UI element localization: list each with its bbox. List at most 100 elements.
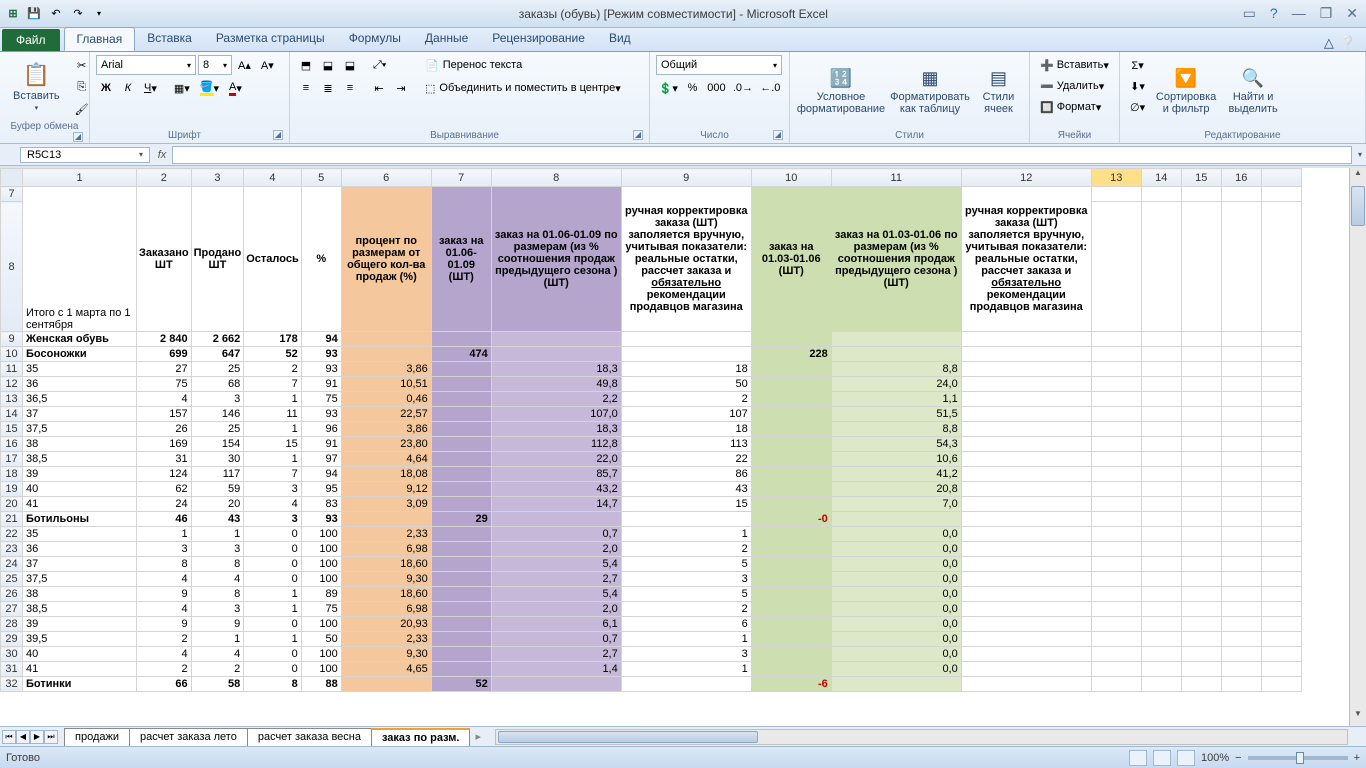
redo-icon[interactable]: ↷ [68, 5, 88, 23]
sheet-first-icon[interactable]: ⏮ [2, 730, 16, 744]
col-header[interactable]: 2 [137, 169, 192, 187]
orientation-icon[interactable]: ⤢▾ [369, 55, 390, 75]
tab-Рецензирование[interactable]: Рецензирование [480, 27, 597, 51]
indent-increase-icon[interactable]: ⇥ [391, 78, 411, 98]
qat-dropdown-icon[interactable]: ▾ [90, 5, 108, 23]
view-layout-icon[interactable] [1153, 750, 1171, 766]
sheet-tab-3[interactable]: заказ по разм. [371, 728, 471, 746]
font-name-combo[interactable]: Arial▾ [96, 55, 196, 75]
tab-Формулы[interactable]: Формулы [337, 27, 413, 51]
tab-Разметка страницы[interactable]: Разметка страницы [204, 27, 337, 51]
col-header[interactable]: 12 [961, 169, 1091, 187]
tab-scroll-icon[interactable]: ▸ [469, 730, 487, 743]
scroll-down-icon[interactable]: ▼ [1350, 709, 1366, 726]
clear-icon[interactable]: ∅▾ [1126, 97, 1149, 117]
italic-button[interactable]: К [118, 78, 138, 98]
col-header[interactable]: 14 [1141, 169, 1181, 187]
row-header[interactable]: 21 [1, 512, 23, 527]
col-header[interactable]: 9 [621, 169, 751, 187]
row-header[interactable]: 16 [1, 437, 23, 452]
scroll-up-icon[interactable]: ▲ [1350, 168, 1366, 185]
conditional-format-button[interactable]: 🔢Условное форматирование [796, 55, 886, 128]
col-header[interactable]: 8 [491, 169, 621, 187]
sort-filter-button[interactable]: 🔽Сортировка и фильтр [1153, 55, 1219, 128]
font-dialog-icon[interactable]: ◢ [273, 130, 283, 140]
col-header[interactable]: 11 [831, 169, 961, 187]
col-header[interactable]: 10 [751, 169, 831, 187]
number-format-combo[interactable]: Общий▾ [656, 55, 782, 75]
autosum-icon[interactable]: Σ▾ [1126, 55, 1149, 75]
expand-fx-icon[interactable]: ▾ [1354, 150, 1366, 159]
border-icon[interactable]: ▦▾ [170, 78, 194, 98]
help-icon[interactable]: ? [1266, 5, 1282, 22]
col-header[interactable]: 5 [301, 169, 341, 187]
col-header[interactable]: 16 [1221, 169, 1261, 187]
wrap-text-button[interactable]: 📄 Перенос текста [421, 55, 631, 75]
row-header[interactable]: 17 [1, 452, 23, 467]
undo-icon[interactable]: ↶ [46, 5, 66, 23]
row-header[interactable]: 11 [1, 362, 23, 377]
sheet-prev-icon[interactable]: ◀ [16, 730, 30, 744]
clipboard-dialog-icon[interactable]: ◢ [73, 132, 83, 142]
find-select-button[interactable]: 🔍Найти и выделить [1223, 55, 1283, 128]
cell-styles-button[interactable]: ▤Стили ячеек [974, 55, 1023, 128]
shrink-font-icon[interactable]: A▾ [257, 55, 278, 75]
row-header[interactable]: 12 [1, 377, 23, 392]
save-icon[interactable]: 💾 [24, 5, 44, 23]
col-header[interactable]: 7 [431, 169, 491, 187]
restore-icon[interactable]: ❐ [1316, 5, 1337, 22]
align-bottom-icon[interactable]: ⬓ [340, 55, 360, 75]
comma-icon[interactable]: 000 [705, 78, 729, 98]
row-header[interactable]: 24 [1, 557, 23, 572]
formula-input[interactable] [172, 146, 1352, 164]
zoom-in-icon[interactable]: + [1354, 752, 1360, 764]
align-dialog-icon[interactable]: ◢ [633, 130, 643, 140]
name-box[interactable]: R5C13▾ [20, 147, 150, 163]
col-header[interactable]: 3 [191, 169, 244, 187]
zoom-out-icon[interactable]: − [1235, 752, 1241, 764]
font-color-icon[interactable]: A▾ [225, 78, 246, 98]
row-header[interactable]: 10 [1, 347, 23, 362]
row-header[interactable]: 22 [1, 527, 23, 542]
align-center-icon[interactable]: ≣ [318, 78, 338, 98]
row-header[interactable]: 30 [1, 647, 23, 662]
close-icon[interactable]: ✕ [1342, 5, 1362, 22]
row-header[interactable]: 31 [1, 662, 23, 677]
sheet-tab-0[interactable]: продажи [64, 728, 130, 746]
file-tab[interactable]: Файл [2, 29, 60, 51]
align-right-icon[interactable]: ≡ [340, 78, 360, 98]
view-pagebreak-icon[interactable] [1177, 750, 1195, 766]
select-all[interactable] [1, 169, 23, 187]
worksheet-grid[interactable]: 123456789101112131415167 Заказано ШТ Про… [0, 168, 1366, 726]
fill-icon[interactable]: ⬇▾ [1126, 76, 1149, 96]
zoom-level[interactable]: 100% [1201, 752, 1229, 764]
row-header[interactable]: 19 [1, 482, 23, 497]
format-as-table-button[interactable]: ▦Форматировать как таблицу [890, 55, 970, 128]
col-header[interactable]: 15 [1181, 169, 1221, 187]
vscroll-thumb[interactable] [1351, 186, 1365, 226]
currency-icon[interactable]: 💲▾ [656, 78, 681, 98]
fill-color-icon[interactable]: 🪣▾ [196, 78, 223, 98]
number-dialog-icon[interactable]: ◢ [773, 130, 783, 140]
row-header[interactable]: 9 [1, 332, 23, 347]
col-header[interactable]: 6 [341, 169, 431, 187]
font-size-combo[interactable]: 8▾ [198, 55, 232, 75]
sheet-tab-2[interactable]: расчет заказа весна [247, 728, 372, 746]
tab-Данные[interactable]: Данные [413, 27, 480, 51]
row-header[interactable]: 28 [1, 617, 23, 632]
bold-button[interactable]: Ж [96, 78, 116, 98]
row-header[interactable]: 20 [1, 497, 23, 512]
col-header[interactable]: 13 [1091, 169, 1141, 187]
row-header[interactable]: 13 [1, 392, 23, 407]
hscroll-thumb[interactable] [498, 731, 758, 743]
align-left-icon[interactable]: ≡ [296, 78, 316, 98]
row-header[interactable]: 32 [1, 677, 23, 692]
ribbon-minimize-icon[interactable]: △ [1324, 35, 1334, 51]
sheet-last-icon[interactable]: ⏭ [44, 730, 58, 744]
row-header[interactable]: 25 [1, 572, 23, 587]
underline-button[interactable]: Ч▾ [140, 78, 161, 98]
increase-decimal-icon[interactable]: .0→ [730, 78, 755, 98]
merge-center-button[interactable]: ⬚ Объединить и поместить в центре ▾ [421, 78, 631, 98]
paste-button[interactable]: 📋 Вставить ▾ [6, 55, 67, 119]
tab-Главная[interactable]: Главная [64, 27, 136, 51]
